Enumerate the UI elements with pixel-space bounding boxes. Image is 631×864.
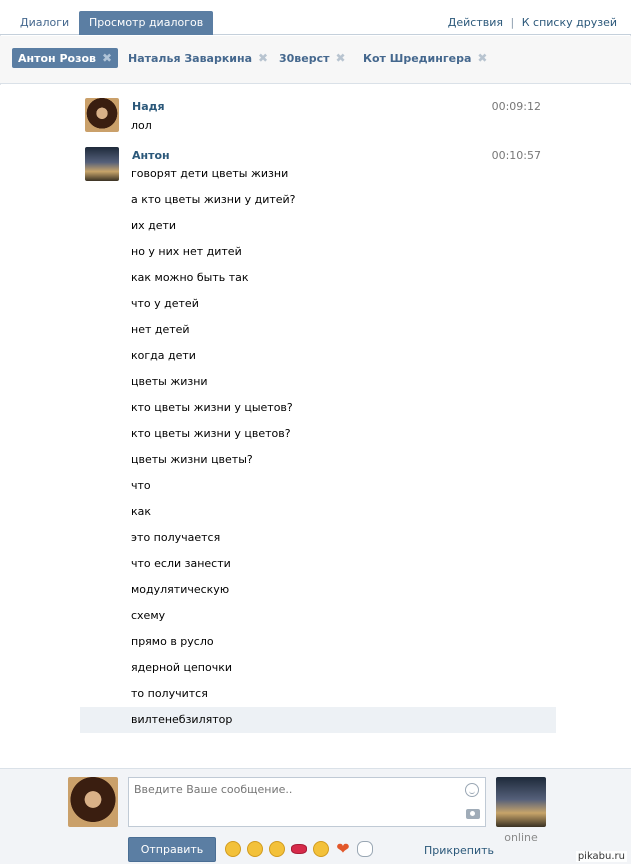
close-icon[interactable]: ✖	[477, 48, 487, 68]
close-icon[interactable]: ✖	[336, 48, 346, 68]
my-avatar[interactable]	[68, 777, 118, 827]
send-button[interactable]: Отправить	[128, 837, 216, 862]
chip-anton-rozov[interactable]: Антон Розов ✖	[12, 48, 119, 68]
emoji-heart-icon[interactable]: ❤	[335, 841, 351, 857]
chip-natalya-zavarkina[interactable]: Наталья Заваркина ✖	[122, 48, 274, 68]
chip-label: Антон Розов	[18, 52, 97, 65]
top-links: Действия | К списку друзей	[448, 16, 617, 29]
emoji-bubble-icon[interactable]	[357, 841, 373, 857]
emoji-kiss-icon[interactable]	[291, 844, 307, 854]
message-line-selected[interactable]: вилтенебзилятор	[80, 707, 556, 733]
message-input[interactable]	[128, 777, 486, 827]
actions-link[interactable]: Действия	[448, 16, 503, 29]
message-line: то получится	[131, 687, 208, 700]
message-line: цветы жизни	[131, 375, 208, 388]
watermark: pikabu.ru	[575, 851, 627, 862]
peer-avatar[interactable]	[496, 777, 546, 827]
emoji-happy-icon[interactable]	[247, 841, 263, 857]
close-icon[interactable]: ✖	[102, 48, 112, 68]
tab-dialogs[interactable]: Диалоги	[10, 11, 79, 35]
friends-list-link[interactable]: К списку друзей	[522, 16, 617, 29]
chip-30verst[interactable]: 30верст ✖	[273, 48, 352, 68]
message-line: модулятическую	[131, 583, 230, 596]
tab-view-dialogs[interactable]: Просмотр диалогов	[79, 11, 214, 35]
message-line: но у них нет дитей	[131, 245, 242, 258]
close-icon[interactable]: ✖	[258, 48, 268, 68]
message-line: цветы жизни цветы?	[131, 453, 253, 466]
message-line: что если занести	[131, 557, 231, 570]
message-history: Надя 00:09:12 лол Антон 00:10:57 говорят…	[0, 85, 631, 768]
top-tab-bar: Диалоги Просмотр диалогов Действия | К с…	[0, 0, 631, 35]
chip-kot-shredingera[interactable]: Кот Шредингера ✖	[357, 48, 493, 68]
message-line: говорят дети цветы жизни	[131, 167, 289, 180]
chip-label: Кот Шредингера	[363, 52, 472, 65]
compose-panel: online Отправить ❤ Прикрепить pikabu.ru	[0, 768, 631, 864]
message-line: схему	[131, 609, 166, 622]
message-line: ядерной цепочки	[131, 661, 233, 674]
dialog-chips-bar: Антон Розов ✖ Наталья Заваркина ✖ 30верст ✖…	[0, 36, 631, 84]
smile-icon[interactable]	[465, 783, 479, 797]
message-author[interactable]: Надя	[132, 100, 165, 113]
message-line: а кто цветы жизни у дитей?	[131, 193, 296, 206]
message-line: это получается	[131, 531, 221, 544]
message-line: что у детей	[131, 297, 199, 310]
message-line: прямо в русло	[131, 635, 214, 648]
attach-link[interactable]: Прикрепить	[424, 844, 494, 857]
message-line: кто цветы жизни у цыетов?	[131, 401, 293, 414]
message-line: нет детей	[131, 323, 190, 336]
emoji-cry-icon[interactable]	[313, 841, 329, 857]
message-line: как можно быть так	[131, 271, 249, 284]
emoji-smile-icon[interactable]	[225, 841, 241, 857]
chip-label: 30верст	[279, 52, 330, 65]
message-time: 00:09:12	[491, 100, 541, 113]
link-separator: |	[510, 16, 515, 29]
message-line: их дети	[131, 219, 177, 232]
online-status: online	[504, 831, 538, 844]
message-line: что	[131, 479, 151, 492]
message-line: кто цветы жизни у цветов?	[131, 427, 291, 440]
chip-label: Наталья Заваркина	[128, 52, 253, 65]
message-line: когда дети	[131, 349, 196, 362]
message-line: лол	[131, 119, 152, 132]
message-line: как	[131, 505, 152, 518]
emoji-wink-icon[interactable]	[269, 841, 285, 857]
camera-icon[interactable]	[466, 809, 480, 819]
